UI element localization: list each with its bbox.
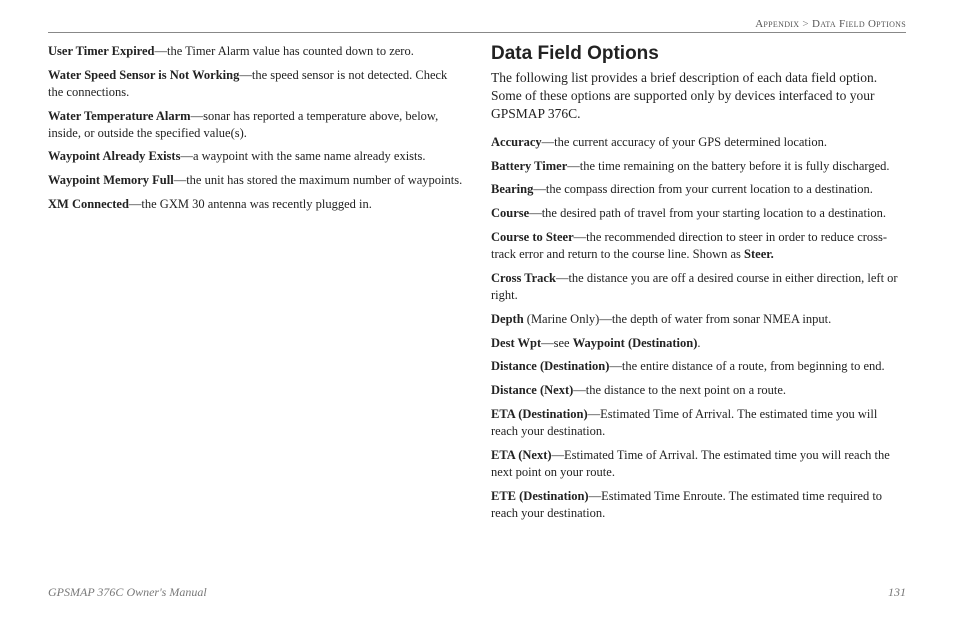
entry-post: (Marine Only) — [524, 312, 600, 326]
glossary-entry: ETE (Destination)—Estimated Time Enroute… — [491, 488, 906, 522]
glossary-entry: Battery Timer—the time remaining on the … — [491, 158, 906, 175]
entry-tail-bold: Steer. — [744, 247, 774, 261]
page-footer: GPSMAP 376C Owner's Manual 131 — [48, 585, 906, 600]
entry-tail-bold: Waypoint (Destination) — [573, 336, 698, 350]
entry-desc: —the time remaining on the battery befor… — [567, 159, 889, 173]
left-column: User Timer Expired—the Timer Alarm value… — [48, 43, 463, 528]
glossary-entry: Cross Track—the distance you are off a d… — [491, 270, 906, 304]
right-column: Data Field Options The following list pr… — [491, 43, 906, 528]
glossary-entry: Water Temperature Alarm—sonar has report… — [48, 108, 463, 142]
entry-desc: —a waypoint with the same name already e… — [180, 149, 425, 163]
section-intro: The following list provides a brief desc… — [491, 69, 906, 124]
entry-term: Water Speed Sensor is Not Working — [48, 68, 239, 82]
glossary-entry: Course—the desired path of travel from y… — [491, 205, 906, 222]
entry-term: Battery Timer — [491, 159, 567, 173]
entry-term: User Timer Expired — [48, 44, 155, 58]
entry-desc: —the current accuracy of your GPS determ… — [542, 135, 827, 149]
glossary-entry: User Timer Expired—the Timer Alarm value… — [48, 43, 463, 60]
entry-desc: —the depth of water from sonar NMEA inpu… — [599, 312, 831, 326]
entry-term: Dest Wpt — [491, 336, 541, 350]
glossary-entry: Water Speed Sensor is Not Working—the sp… — [48, 67, 463, 101]
breadcrumb: Appendix > Data Field Options — [48, 18, 906, 33]
glossary-entry: Course to Steer—the recommended directio… — [491, 229, 906, 263]
section-title: Data Field Options — [491, 43, 906, 65]
entry-term: Course to Steer — [491, 230, 574, 244]
entry-term: ETA (Destination) — [491, 407, 588, 421]
breadcrumb-appendix: Appendix — [755, 18, 799, 30]
page-columns: User Timer Expired—the Timer Alarm value… — [48, 43, 906, 528]
glossary-entry: Waypoint Already Exists—a waypoint with … — [48, 148, 463, 165]
entry-desc: —Estimated Time of Arrival. The estimate… — [491, 448, 890, 479]
glossary-entry: Depth (Marine Only)—the depth of water f… — [491, 311, 906, 328]
entry-desc: —the compass direction from your current… — [533, 182, 873, 196]
entry-term: Distance (Next) — [491, 383, 573, 397]
entry-term: Accuracy — [491, 135, 542, 149]
entry-term: Depth — [491, 312, 524, 326]
entry-desc: —the distance to the next point on a rou… — [573, 383, 786, 397]
glossary-entry: Accuracy—the current accuracy of your GP… — [491, 134, 906, 151]
breadcrumb-separator: > — [802, 18, 809, 30]
entry-term: XM Connected — [48, 197, 129, 211]
entry-term: ETE (Destination) — [491, 489, 589, 503]
glossary-entry: Waypoint Memory Full—the unit has stored… — [48, 172, 463, 189]
entry-desc: —the Timer Alarm value has counted down … — [155, 44, 414, 58]
entry-desc: —the desired path of travel from your st… — [529, 206, 886, 220]
entry-desc: —see — [541, 336, 573, 350]
glossary-entry: ETA (Destination)—Estimated Time of Arri… — [491, 406, 906, 440]
entry-term: Waypoint Already Exists — [48, 149, 180, 163]
entry-desc: —the GXM 30 antenna was recently plugged… — [129, 197, 372, 211]
footer-page-number: 131 — [888, 585, 906, 600]
glossary-entry: Distance (Destination)—the entire distan… — [491, 358, 906, 375]
glossary-entry: Bearing—the compass direction from your … — [491, 181, 906, 198]
entry-desc: —the unit has stored the maximum number … — [174, 173, 463, 187]
entry-term: Water Temperature Alarm — [48, 109, 191, 123]
breadcrumb-section: Data Field Options — [812, 18, 906, 30]
glossary-entry: ETA (Next)—Estimated Time of Arrival. Th… — [491, 447, 906, 481]
entry-term: Bearing — [491, 182, 533, 196]
entry-tail-after: . — [697, 336, 700, 350]
footer-manual-title: GPSMAP 376C Owner's Manual — [48, 585, 207, 600]
glossary-entry: XM Connected—the GXM 30 antenna was rece… — [48, 196, 463, 213]
entry-term: Cross Track — [491, 271, 556, 285]
entry-term: Distance (Destination) — [491, 359, 609, 373]
glossary-entry: Distance (Next)—the distance to the next… — [491, 382, 906, 399]
entry-term: ETA (Next) — [491, 448, 552, 462]
entry-term: Course — [491, 206, 529, 220]
entry-desc: —the entire distance of a route, from be… — [609, 359, 884, 373]
glossary-entry: Dest Wpt—see Waypoint (Destination). — [491, 335, 906, 352]
entry-term: Waypoint Memory Full — [48, 173, 174, 187]
